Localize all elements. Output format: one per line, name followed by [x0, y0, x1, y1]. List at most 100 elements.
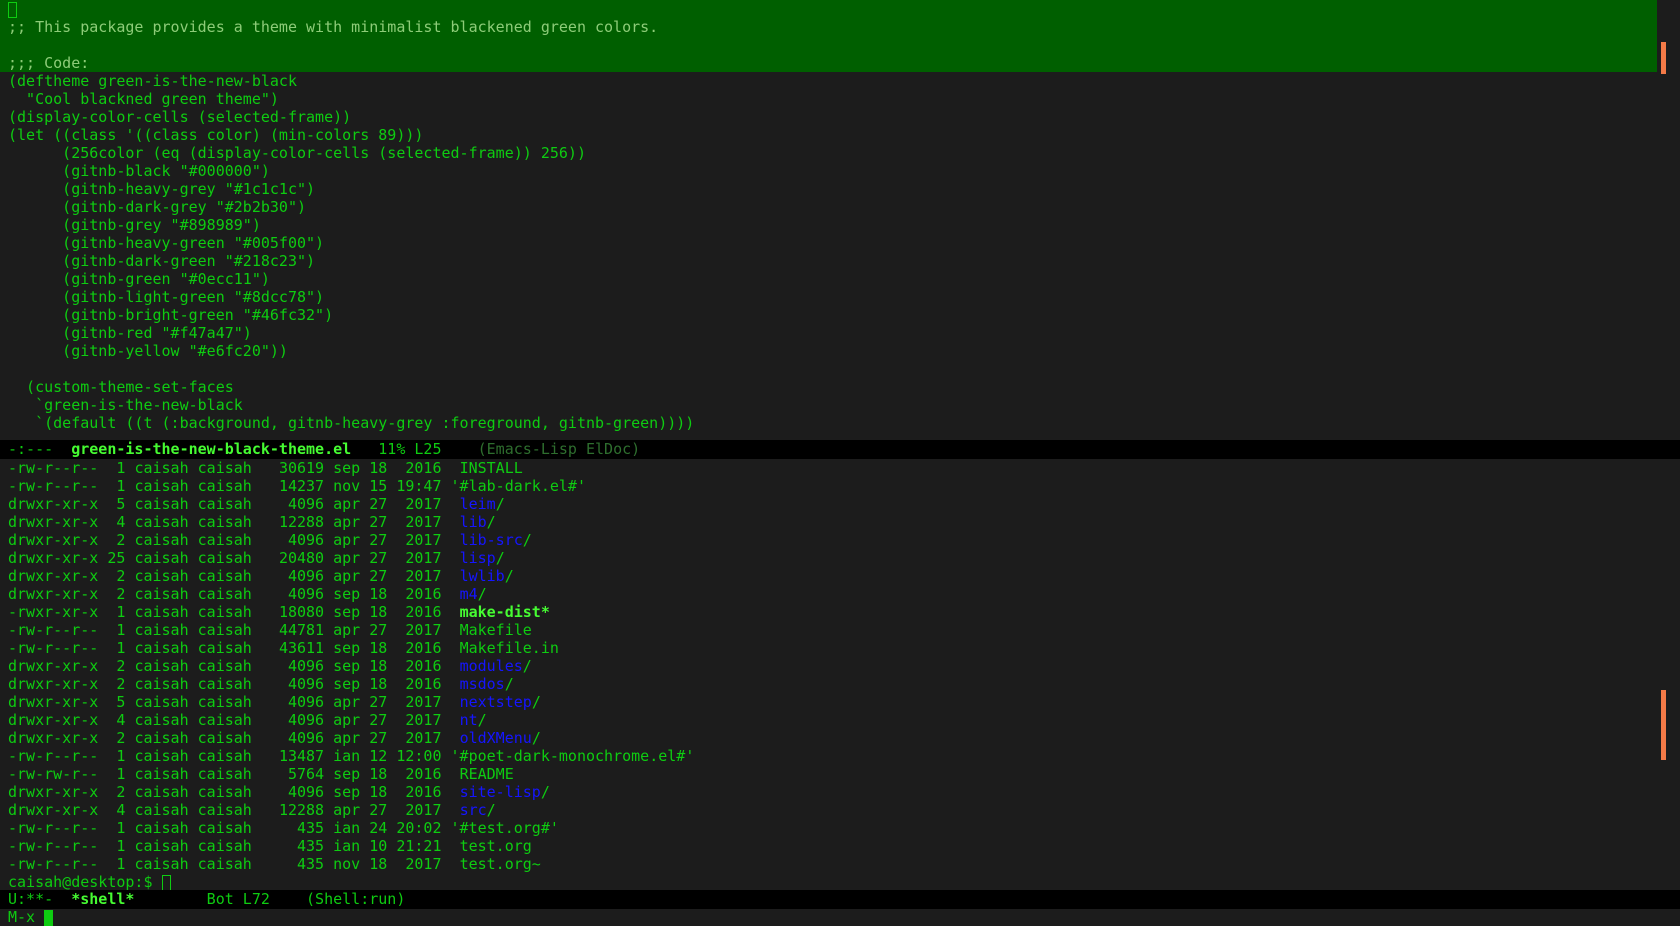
- file-name[interactable]: lib-src: [460, 531, 523, 549]
- file-day: 18: [369, 783, 388, 801]
- file-name[interactable]: lisp: [460, 549, 496, 567]
- file-permissions: drwxr-xr-x: [8, 495, 99, 513]
- code-line: `green-is-the-new-black: [8, 396, 243, 414]
- highlighted-region: ;; This package provides a theme with mi…: [0, 0, 1657, 72]
- file-name[interactable]: leim: [460, 495, 496, 513]
- file-size: 4096: [278, 567, 325, 585]
- code-body: (deftheme green-is-the-new-black "Cool b…: [0, 72, 1657, 432]
- file-month: apr: [333, 621, 361, 639]
- file-name[interactable]: Makefile: [460, 621, 532, 639]
- file-month: ian: [333, 747, 361, 765]
- file-day: 18: [369, 459, 388, 477]
- file-name[interactable]: Makefile.in: [460, 639, 559, 657]
- file-name[interactable]: '#lab-dark.el#': [451, 477, 586, 495]
- shell-prompt-line[interactable]: caisah@desktop:$: [0, 873, 1657, 891]
- modeline-buffer-name[interactable]: *shell*: [71, 890, 134, 908]
- file-time: 2017: [396, 513, 442, 531]
- file-links: 1: [107, 603, 126, 621]
- file-name[interactable]: '#poet-dark-monochrome.el#': [451, 747, 695, 765]
- code-line: (gitnb-dark-grey "#2b2b30"): [8, 198, 307, 216]
- minibuffer[interactable]: M-x: [0, 909, 1680, 926]
- file-owner: caisah: [134, 531, 189, 549]
- file-size: 4096: [278, 531, 325, 549]
- file-size: 13487: [278, 747, 325, 765]
- file-name[interactable]: nextstep: [460, 693, 532, 711]
- file-name[interactable]: test.org: [460, 837, 532, 855]
- file-name[interactable]: msdos: [460, 675, 505, 693]
- text-cursor: [161, 874, 171, 891]
- file-time: 19:47: [396, 477, 442, 495]
- file-month: nov: [333, 855, 361, 873]
- file-name[interactable]: lwlib: [460, 567, 505, 585]
- modeline-bottom: U:**- *shell* Bot L72 (Shell:run): [0, 890, 1680, 909]
- file-owner: caisah: [134, 459, 189, 477]
- file-name[interactable]: site-lisp: [460, 783, 541, 801]
- file-time: 21:21: [396, 837, 442, 855]
- file-owner: caisah: [134, 675, 189, 693]
- modeline-mode[interactable]: (Shell:run): [306, 890, 405, 908]
- file-links: 1: [107, 459, 126, 477]
- file-name[interactable]: m4: [460, 585, 478, 603]
- file-permissions: drwxr-xr-x: [8, 549, 99, 567]
- file-group: caisah: [197, 819, 252, 837]
- listing-row: drwxr-xr-x 2 caisah caisah 4096 sep 18 2…: [8, 585, 487, 603]
- file-month: sep: [333, 783, 361, 801]
- scrollbar-thumb-bottom[interactable]: [1661, 690, 1666, 760]
- listing-row: drwxr-xr-x 2 caisah caisah 4096 apr 27 2…: [8, 729, 541, 747]
- file-size: 43611: [278, 639, 325, 657]
- modeline-buffer-name[interactable]: green-is-the-new-black-theme.el: [71, 440, 351, 458]
- file-name[interactable]: oldXMenu: [460, 729, 532, 747]
- file-month: nov: [333, 477, 361, 495]
- file-name[interactable]: lib: [460, 513, 487, 531]
- file-permissions: drwxr-xr-x: [8, 801, 99, 819]
- file-day: 27: [369, 531, 388, 549]
- file-name[interactable]: INSTALL: [460, 459, 523, 477]
- file-day: 10: [369, 837, 388, 855]
- listing-row: -rw-rw-r-- 1 caisah caisah 5764 sep 18 2…: [0, 765, 1657, 783]
- file-name[interactable]: src: [460, 801, 487, 819]
- file-owner: caisah: [134, 837, 189, 855]
- file-name[interactable]: modules: [460, 657, 523, 675]
- shell-window[interactable]: -rw-r--r-- 1 caisah caisah 30619 sep 18 …: [0, 459, 1657, 891]
- file-time: 12:00: [396, 747, 442, 765]
- file-links: 2: [107, 567, 126, 585]
- file-name[interactable]: make-dist*: [460, 603, 550, 621]
- file-month: sep: [333, 675, 361, 693]
- code-line: (gitnb-yellow "#e6fc20")): [8, 342, 288, 360]
- file-name[interactable]: README: [460, 765, 514, 783]
- file-day: 18: [369, 765, 388, 783]
- file-day: 18: [369, 675, 388, 693]
- file-links: 1: [107, 837, 126, 855]
- file-size: 4096: [278, 711, 325, 729]
- file-day: 27: [369, 567, 388, 585]
- file-time: 2017: [396, 711, 442, 729]
- code-line: [0, 0, 1657, 18]
- modeline-mode[interactable]: (Emacs-Lisp ElDoc): [478, 440, 641, 458]
- file-group: caisah: [197, 531, 252, 549]
- file-name[interactable]: test.org~: [460, 855, 541, 873]
- file-group: caisah: [197, 747, 252, 765]
- file-name[interactable]: nt: [460, 711, 478, 729]
- file-day: 27: [369, 621, 388, 639]
- listing-row: -rw-r--r-- 1 caisah caisah 435 nov 18 20…: [0, 855, 1657, 873]
- minibuffer-prompt: M-x: [8, 908, 45, 926]
- scrollbar-thumb-top[interactable]: [1661, 42, 1666, 74]
- file-permissions: drwxr-xr-x: [8, 585, 99, 603]
- file-month: ian: [333, 819, 361, 837]
- file-day: 27: [369, 549, 388, 567]
- listing-row: drwxr-xr-x 2 caisah caisah 4096 apr 27 2…: [8, 567, 514, 585]
- file-time: 2017: [396, 567, 442, 585]
- file-links: 2: [107, 729, 126, 747]
- editor-window-top[interactable]: ;; This package provides a theme with mi…: [0, 0, 1657, 438]
- file-permissions: -rw-r--r--: [8, 477, 99, 495]
- file-size: 30619: [278, 459, 325, 477]
- file-name[interactable]: '#test.org#': [451, 819, 559, 837]
- modeline-position: 11% L25: [351, 440, 478, 458]
- listing-row: drwxr-xr-x 4 caisah caisah 12288 apr 27 …: [8, 513, 496, 531]
- file-links: 4: [107, 711, 126, 729]
- code-line: (let ((class '((class color) (min-colors…: [8, 126, 424, 144]
- text-cursor: [8, 1, 17, 18]
- listing-row: -rw-r--r-- 1 caisah caisah 13487 ian 12 …: [0, 747, 1657, 765]
- shell-prompt: caisah@desktop:$: [8, 873, 162, 891]
